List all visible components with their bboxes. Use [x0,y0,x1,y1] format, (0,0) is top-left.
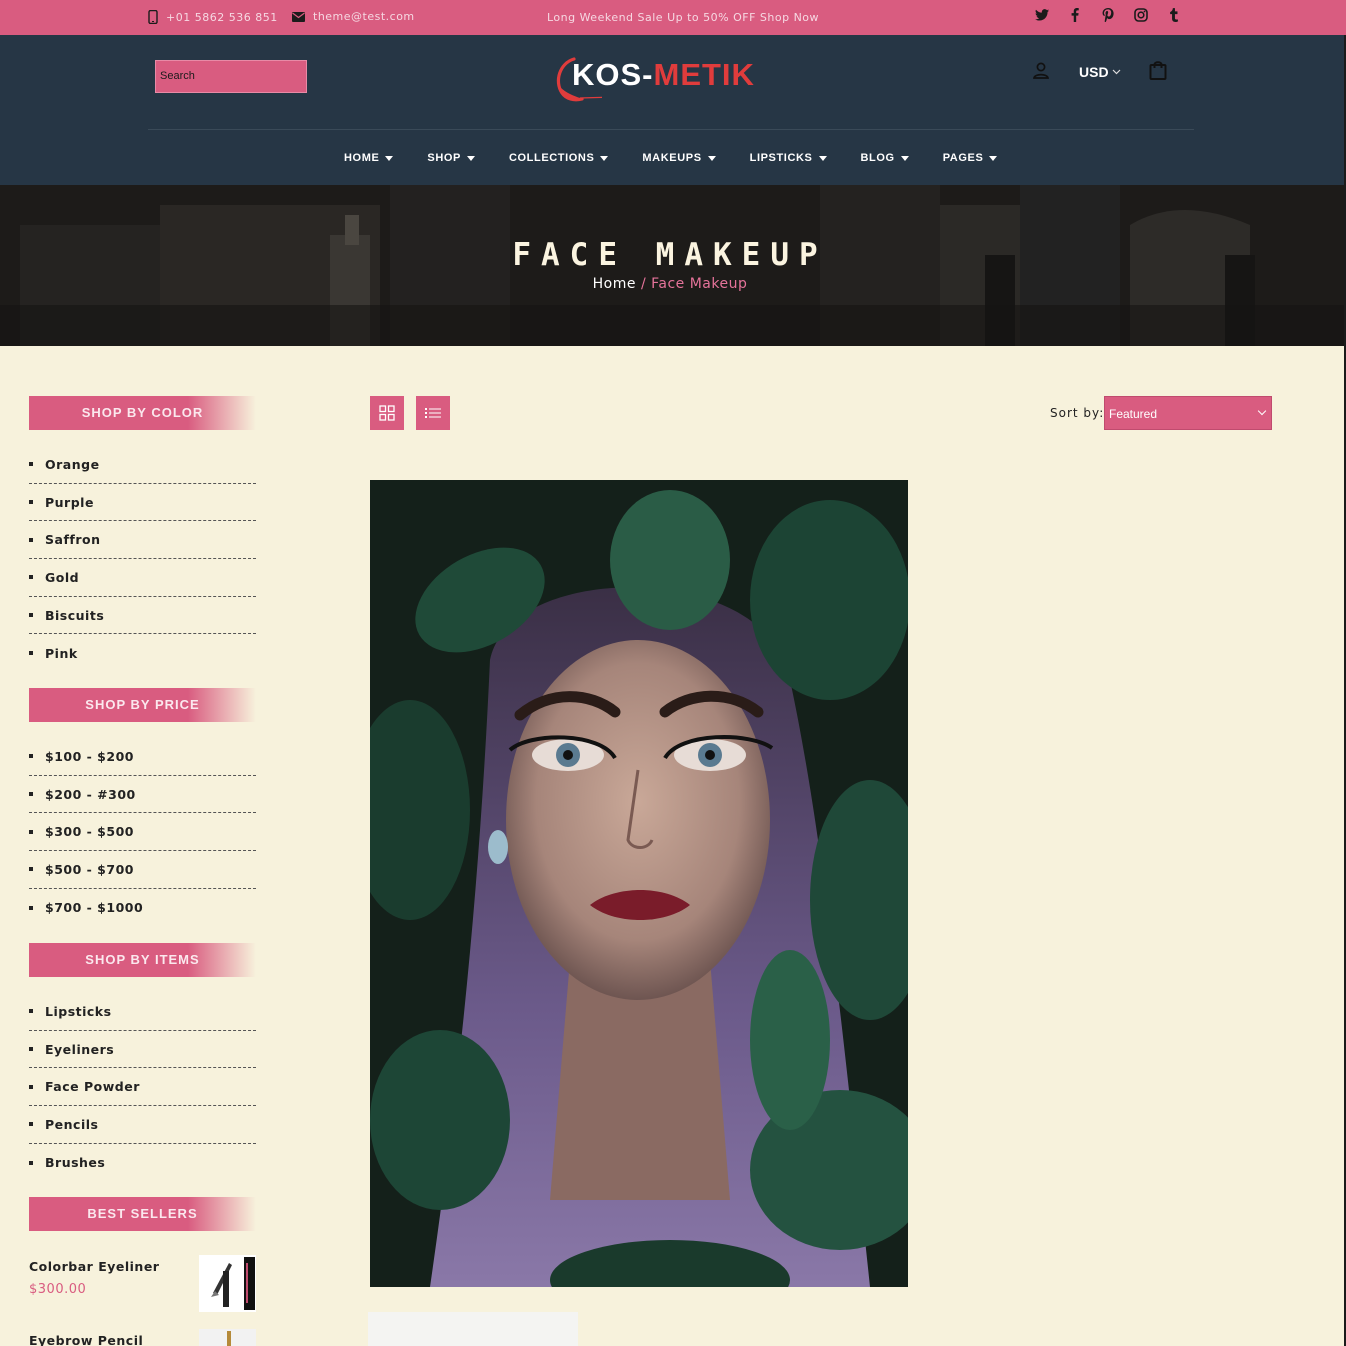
header-actions: USD [1032,60,1167,84]
user-account-icon[interactable] [1032,61,1050,83]
shop-by-price-heading: SHOP BY PRICE [29,688,256,722]
search-input[interactable]: Search [155,60,307,93]
top-bar: +01 5862 536 851 theme@test.com Long Wee… [0,0,1346,35]
nav-makeups[interactable]: MAKEUPS [642,152,716,164]
nav-pages-label: PAGES [942,152,984,164]
nav-shop-label: SHOP [427,152,461,164]
breadcrumb-current: Face Makeup [651,276,748,292]
nav-shop[interactable]: SHOP [427,152,475,164]
item-filter-item[interactable]: Eyeliners [29,1031,256,1069]
item-filter-item[interactable]: Brushes [29,1144,256,1182]
color-filter-item[interactable]: Saffron [29,521,256,560]
nav-collections[interactable]: COLLECTIONS [508,152,609,164]
price-filter-item[interactable]: $700 - $1000 [29,889,256,927]
breadcrumb-home[interactable]: Home [593,276,636,292]
list-view-button[interactable] [416,396,450,430]
nav-makeups-label: MAKEUPS [642,152,702,164]
caret-down-icon [707,155,716,161]
site-header: Search KOS-METIK USD HOME SHOP COLLECTIO… [0,35,1346,185]
price-filter-item[interactable]: $300 - $500 [29,813,256,852]
item-filter-item[interactable]: Pencils [29,1106,256,1144]
item-filter-item[interactable]: Lipsticks [29,993,256,1031]
shop-by-color-heading: SHOP BY COLOR [29,396,256,430]
nav-pages[interactable]: PAGES [943,152,998,164]
nav-home[interactable]: HOME [344,152,394,164]
social-links [1034,6,1182,24]
caret-down-icon [989,155,998,161]
facebook-icon[interactable] [1067,6,1083,24]
caret-down-icon [818,155,827,161]
instagram-icon[interactable] [1133,6,1149,24]
best-seller-thumbnail[interactable] [199,1329,256,1346]
best-sellers-heading: BEST SELLERS [29,1197,256,1231]
page-banner: FACE MAKEUP Home / Face Makeup [0,185,1346,346]
breadcrumb-separator: / [640,276,647,292]
caret-down-icon [385,155,394,161]
color-filter-item[interactable]: Purple [29,484,256,522]
best-seller-item[interactable]: Eyebrow Pencil [29,1329,256,1346]
price-filter-list: $100 - $200 $200 - #300 $300 - $500 $500… [29,738,256,926]
currency-selector[interactable]: USD [1079,64,1121,80]
product-card-footer [368,1312,578,1346]
caret-down-icon [900,155,909,161]
best-seller-thumbnail[interactable] [199,1255,256,1312]
nav-collections-label: COLLECTIONS [508,152,595,164]
chevron-down-icon [1112,69,1120,75]
nav-blog-label: BLOG [860,152,895,164]
shop-by-items-heading: SHOP BY ITEMS [29,943,256,977]
best-seller-item[interactable]: Colorbar Eyeliner $300.00 [29,1255,256,1312]
color-filter-item[interactable]: Biscuits [29,597,256,635]
color-filter-item[interactable]: Gold [29,559,256,597]
product-image[interactable] [370,480,908,1287]
color-filter-item[interactable]: Orange [29,446,256,484]
sort-dropdown[interactable]: Featured [1104,396,1272,430]
site-logo[interactable]: KOS-METIK [552,53,772,105]
logo-wordmark: KOS-METIK [572,57,755,93]
price-filter-item[interactable]: $100 - $200 [29,738,256,776]
sort-label: Sort by: [1050,406,1105,420]
logo-main-text: KOS- [572,57,654,92]
logo-accent-text: METIK [653,57,755,92]
nav-lipsticks-label: LIPSTICKS [749,152,813,164]
list-icon [425,408,441,418]
item-filter-item[interactable]: Face Powder [29,1068,256,1107]
nav-lipsticks[interactable]: LIPSTICKS [750,152,827,164]
sort-selected-value: Featured [1109,407,1158,421]
price-filter-item[interactable]: $500 - $700 [29,851,256,889]
price-filter-item[interactable]: $200 - #300 [29,776,256,814]
nav-blog[interactable]: BLOG [861,152,909,164]
pinterest-icon[interactable] [1100,6,1116,24]
breadcrumb: Home / Face Makeup [0,276,1340,292]
color-filter-list: Orange Purple Saffron Gold Biscuits Pink [29,446,256,672]
header-divider [148,129,1194,130]
shopping-bag-icon[interactable] [1121,60,1167,84]
grid-view-button[interactable] [370,396,404,430]
nav-home-label: HOME [344,152,380,164]
grid-icon [379,405,395,421]
tumblr-icon[interactable] [1166,6,1182,24]
currency-label: USD [1079,64,1109,80]
caret-down-icon [466,155,475,161]
chevron-down-icon [1257,406,1267,416]
items-filter-list: Lipsticks Eyeliners Face Powder Pencils … [29,993,256,1181]
caret-down-icon [600,155,609,161]
main-nav: HOME SHOP COLLECTIONS MAKEUPS LIPSTICKS … [344,152,1031,164]
twitter-icon[interactable] [1034,6,1050,24]
color-filter-item[interactable]: Pink [29,634,256,672]
page-title: FACE MAKEUP [512,237,828,273]
